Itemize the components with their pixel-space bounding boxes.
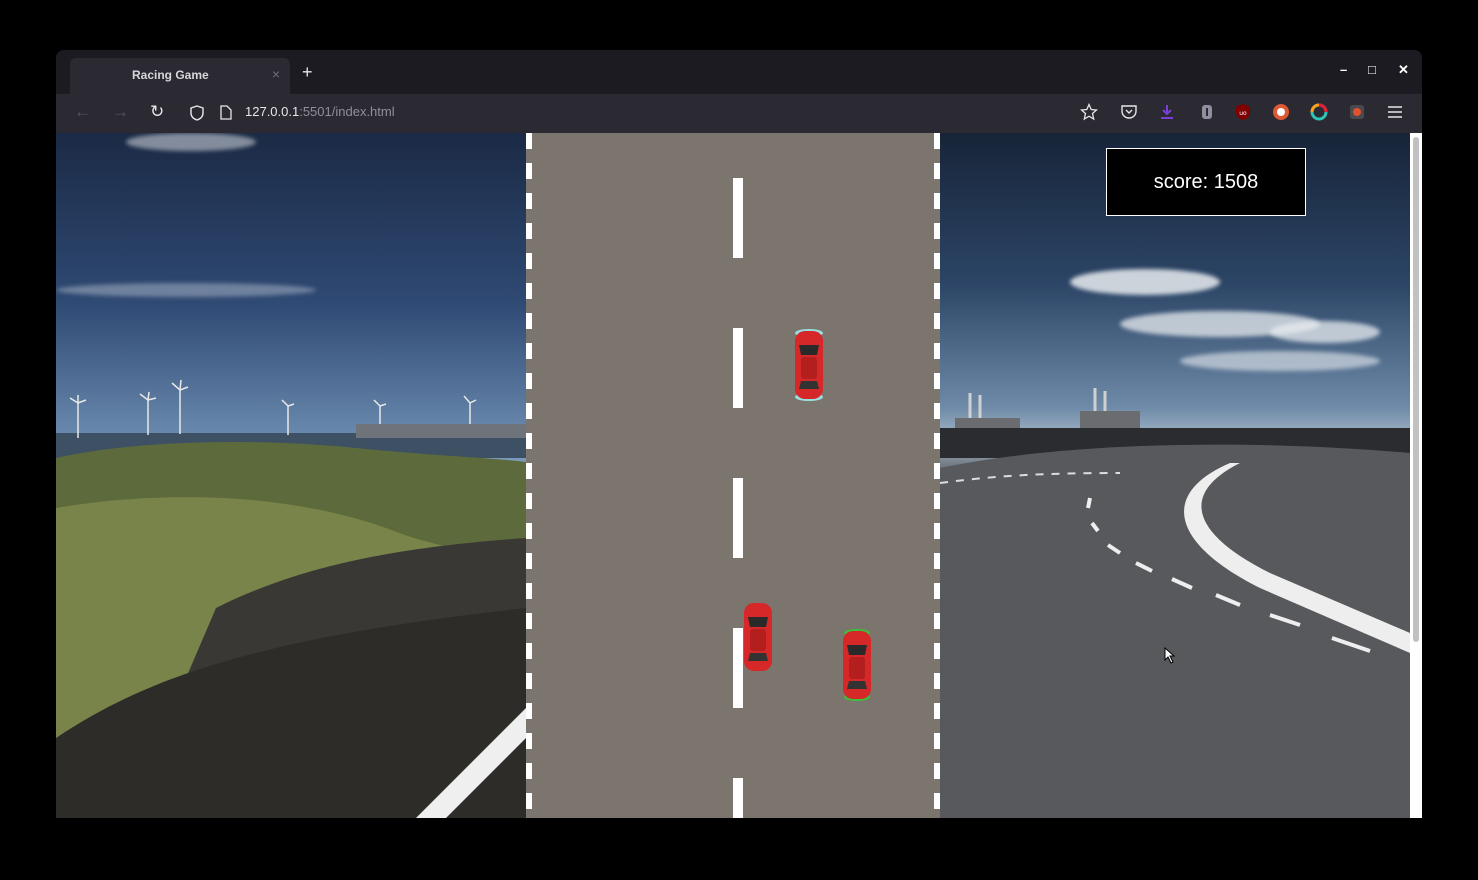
navigation-bar: ← → ↻ 127.0.0.1:5501/index.html uo bbox=[56, 94, 1422, 133]
mouse-cursor-icon bbox=[1164, 647, 1176, 664]
url-text: 127.0.0.1:5501/index.html bbox=[245, 104, 395, 119]
background-scenery-right bbox=[940, 133, 1410, 818]
scrollbar-thumb[interactable] bbox=[1413, 137, 1419, 642]
tab-racing-game[interactable]: Racing Game × bbox=[70, 58, 290, 94]
enemy-car bbox=[744, 603, 772, 671]
screenshot-extension-icon[interactable] bbox=[1348, 103, 1366, 121]
maximize-button[interactable]: □ bbox=[1368, 62, 1376, 77]
page-icon bbox=[220, 105, 232, 120]
tab-title: Racing Game bbox=[132, 68, 209, 82]
forward-button[interactable]: → bbox=[112, 102, 129, 122]
url-bar[interactable]: 127.0.0.1:5501/index.html bbox=[190, 100, 576, 126]
back-button[interactable]: ← bbox=[74, 102, 91, 122]
page-viewport: score: 1508 bbox=[56, 133, 1422, 818]
tab-bar: Racing Game × + – □ ✕ bbox=[56, 50, 1422, 94]
score-value: 1508 bbox=[1213, 170, 1259, 193]
reload-button[interactable]: ↻ bbox=[150, 102, 164, 122]
enemy-car bbox=[795, 329, 823, 401]
score-display: score: 1508 bbox=[1106, 148, 1306, 216]
new-tab-button[interactable]: + bbox=[302, 62, 313, 82]
close-window-button[interactable]: ✕ bbox=[1398, 62, 1409, 78]
browser-window: Racing Game × + – □ ✕ ← → ↻ 127.0.0.1:55… bbox=[56, 50, 1422, 818]
menu-hamburger-icon[interactable] bbox=[1386, 103, 1404, 121]
bookmark-star-icon[interactable] bbox=[1080, 103, 1098, 121]
ublock-origin-icon[interactable]: uo bbox=[1234, 103, 1252, 121]
lane-marker bbox=[733, 328, 743, 408]
color-picker-icon[interactable] bbox=[1310, 103, 1328, 121]
lane-marker bbox=[733, 628, 743, 708]
road-left-edge bbox=[526, 133, 532, 818]
shield-icon[interactable] bbox=[190, 105, 204, 121]
close-tab-icon[interactable]: × bbox=[272, 66, 280, 82]
score-label: score: bbox=[1153, 170, 1209, 193]
extension-tablet-icon[interactable] bbox=[1198, 103, 1216, 121]
lane-marker bbox=[733, 478, 743, 558]
duckduckgo-icon[interactable] bbox=[1272, 103, 1290, 121]
url-path: :5501/index.html bbox=[299, 104, 395, 119]
player-car[interactable] bbox=[842, 629, 872, 701]
coastal-landscape bbox=[56, 379, 526, 818]
lane-marker bbox=[733, 178, 743, 258]
minimize-button[interactable]: – bbox=[1340, 62, 1347, 77]
vertical-scrollbar[interactable] bbox=[1410, 133, 1422, 818]
curved-road-landscape bbox=[940, 388, 1410, 818]
url-host: 127.0.0.1 bbox=[245, 104, 300, 119]
svg-text:uo: uo bbox=[1239, 110, 1247, 117]
extension-download-icon[interactable] bbox=[1158, 103, 1176, 121]
lane-marker bbox=[733, 778, 743, 818]
pocket-icon[interactable] bbox=[1120, 103, 1138, 121]
game-road bbox=[526, 133, 940, 818]
background-scenery-left bbox=[56, 133, 526, 818]
